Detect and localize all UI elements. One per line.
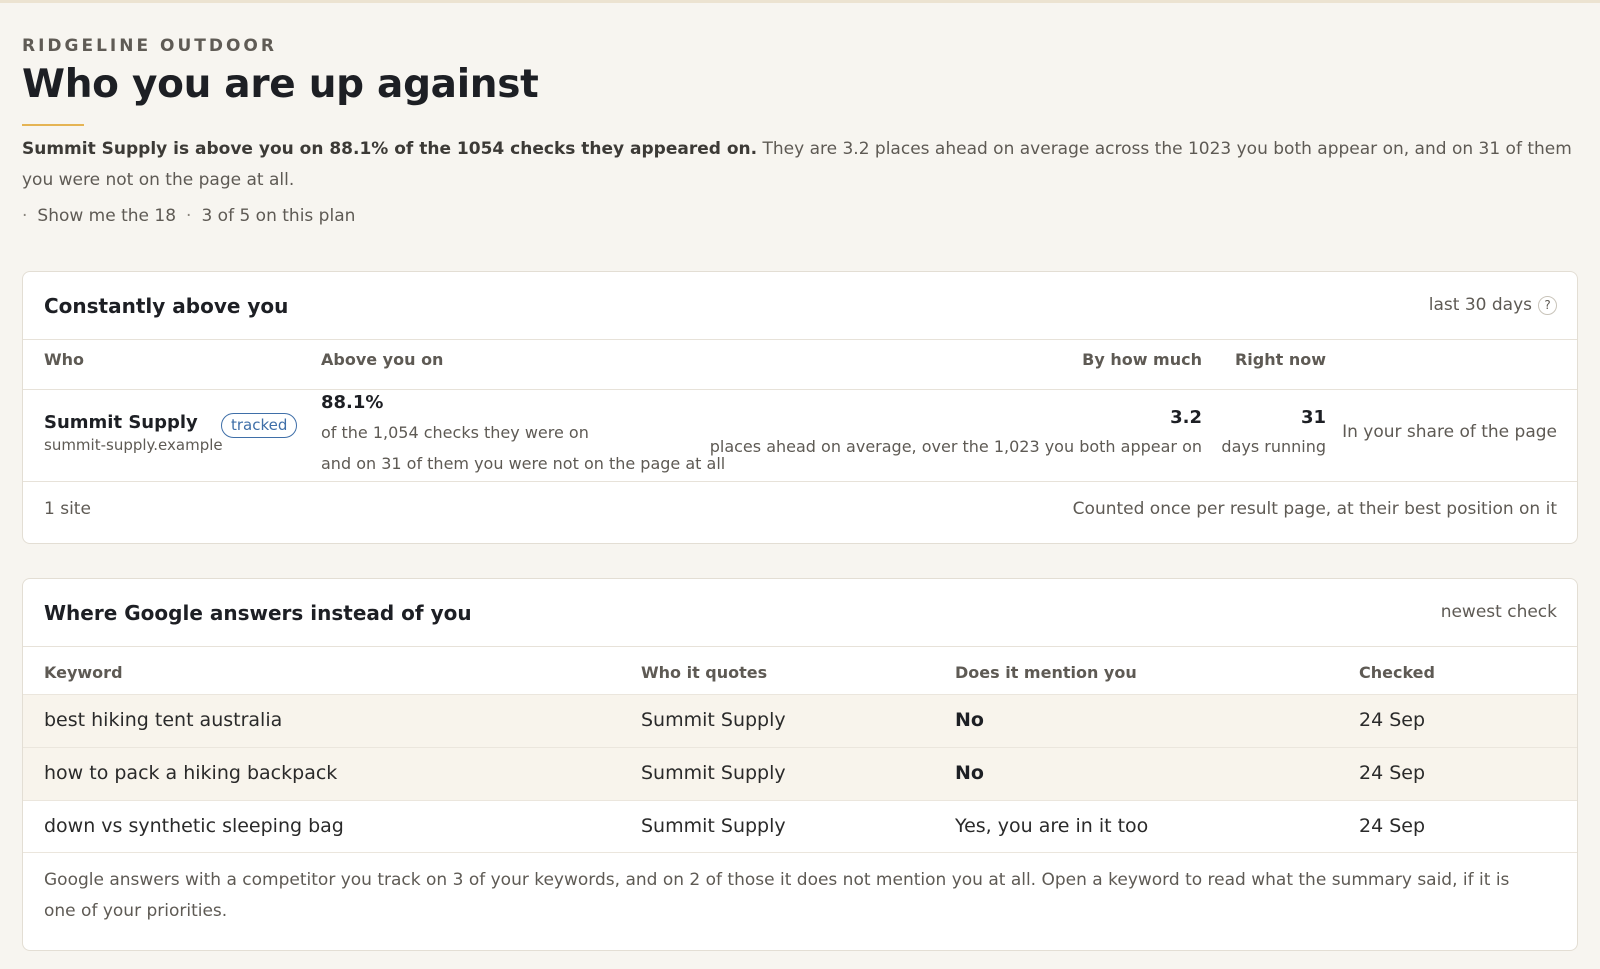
card-header: Constantly above you last 30 days ? (23, 272, 1577, 340)
table-row[interactable]: down vs synthetic sleeping bag Summit Su… (23, 800, 1577, 853)
page-title: Who you are up against (22, 62, 539, 107)
divider (23, 481, 1577, 482)
separator: · (186, 206, 192, 226)
checked-cell: 24 Sep (1359, 709, 1426, 731)
days-value: 31 (1300, 407, 1326, 428)
quotes-cell: Summit Supply (641, 709, 786, 731)
card-header: Where Google answers instead of you newe… (23, 579, 1577, 647)
summary-lead: Summit Supply is above you on 88.1% of t… (22, 139, 758, 159)
quotes-cell: Summit Supply (641, 815, 786, 837)
top-border (0, 0, 1600, 3)
col-keyword: Keyword (44, 663, 123, 682)
help-icon[interactable]: ? (1538, 295, 1557, 315)
col-quotes: Who it quotes (641, 663, 768, 682)
ahead-detail: places ahead on average, over the 1,023 … (709, 437, 1202, 456)
mention-cell: Yes, you are in it too (955, 815, 1149, 837)
brand-label: RIDGELINE OUTDOOR (22, 36, 277, 56)
competitor-name[interactable]: Summit Supply (44, 412, 198, 433)
competitor-domain: summit-supply.example (44, 436, 223, 454)
days-detail: days running (1221, 437, 1326, 456)
above-detail: of the 1,054 checks they were on (321, 423, 589, 442)
col-checked: Checked (1359, 663, 1435, 682)
keyword-cell[interactable]: down vs synthetic sleeping bag (44, 815, 344, 837)
checked-cell: 24 Sep (1359, 762, 1426, 784)
mention-cell: No (955, 709, 984, 731)
table-row[interactable]: how to pack a hiking backpack Summit Sup… (23, 747, 1577, 800)
keyword-cell[interactable]: best hiking tent australia (44, 709, 282, 731)
constantly-above-card: Constantly above you last 30 days ? Who … (22, 271, 1578, 544)
show-competitors-link[interactable]: Show me the 18 (37, 206, 176, 226)
above-detail-2: and on 31 of them you were not on the pa… (321, 454, 726, 473)
divider (23, 389, 1577, 390)
title-accent (22, 124, 84, 126)
range-text: last 30 days (1428, 295, 1532, 315)
footnote-text: Google answers with a competitor you tra… (44, 870, 1510, 921)
separator: · (22, 206, 28, 226)
col-who: Who (44, 350, 85, 369)
count-note: Counted once per result page, at their b… (1072, 499, 1557, 519)
google-answers-card: Where Google answers instead of you newe… (22, 578, 1578, 951)
summary-text: Summit Supply is above you on 88.1% of t… (22, 134, 1578, 196)
site-count: 1 site (44, 499, 91, 519)
table-row[interactable]: best hiking tent australia Summit Supply… (23, 694, 1577, 747)
range-label: newest check (1441, 602, 1557, 622)
quotes-cell: Summit Supply (641, 762, 786, 784)
status-text: In your share of the page (1342, 422, 1557, 442)
col-by-how-much: By how much (1082, 350, 1202, 369)
plan-usage: 3 of 5 on this plan (201, 206, 356, 226)
ahead-value: 3.2 (1170, 407, 1202, 428)
card-title: Constantly above you (44, 294, 289, 318)
col-right-now: Right now (1234, 350, 1326, 369)
range-label: last 30 days ? (1429, 295, 1557, 315)
range-text: newest check (1440, 602, 1557, 622)
keyword-cell[interactable]: how to pack a hiking backpack (44, 762, 337, 784)
col-above: Above you on (321, 350, 444, 369)
meta-row: · Show me the 18 · 3 of 5 on this plan (22, 206, 355, 226)
tracked-badge: tracked (221, 413, 298, 438)
col-mention: Does it mention you (955, 663, 1137, 682)
above-percent: 88.1% (321, 392, 384, 413)
mention-cell: No (955, 762, 984, 784)
card-title: Where Google answers instead of you (44, 601, 472, 625)
checked-cell: 24 Sep (1359, 815, 1426, 837)
